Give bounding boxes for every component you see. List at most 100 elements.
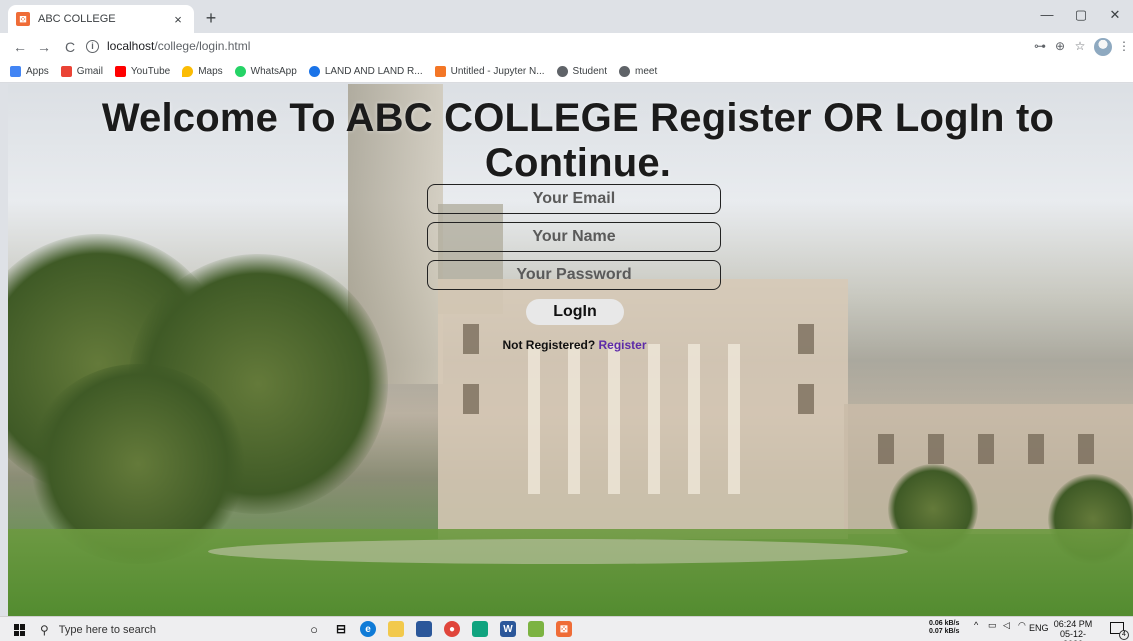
bookmark-maps[interactable]: Maps xyxy=(182,65,223,77)
zoom-icon[interactable]: ⊕ xyxy=(1052,39,1068,53)
store-icon[interactable] xyxy=(416,621,432,637)
edge-icon[interactable]: e xyxy=(360,621,376,637)
chrome-icon[interactable]: ● xyxy=(444,621,460,637)
bookmark-whatsapp[interactable]: WhatsApp xyxy=(234,65,297,77)
menu-icon[interactable]: ⋮ xyxy=(1116,39,1132,53)
register-prompt: Not Registered? Register xyxy=(8,338,1133,352)
language-indicator[interactable]: ENG xyxy=(1029,623,1049,633)
close-window-button[interactable]: ✕ xyxy=(1098,0,1132,29)
new-tab-button[interactable]: + xyxy=(200,7,222,29)
chevron-up-icon[interactable]: ^ xyxy=(974,620,978,630)
name-field[interactable] xyxy=(427,222,721,252)
bookmark-label: YouTube xyxy=(130,65,171,77)
bookmark-label: Untitled - Jupyter N... xyxy=(450,65,545,77)
cortana-icon[interactable]: ○ xyxy=(306,621,322,637)
reload-button[interactable]: C xyxy=(60,37,80,57)
search-icon: ⚲ xyxy=(40,622,49,637)
building-column xyxy=(528,344,540,494)
globe-icon xyxy=(556,65,568,77)
college-app-icon[interactable]: ⊠ xyxy=(556,621,572,637)
url-host: localhost xyxy=(107,39,155,53)
network-speed: 0.06 kB/s 0.07 kB/s xyxy=(929,620,959,636)
building-window xyxy=(878,434,894,464)
register-link[interactable]: Register xyxy=(599,338,647,352)
file-explorer-icon[interactable] xyxy=(388,621,404,637)
maximize-button[interactable]: ▢ xyxy=(1064,0,1098,29)
building-column xyxy=(728,344,740,494)
clock-time: 06:24 PM xyxy=(1053,619,1093,629)
whatsapp-icon[interactable] xyxy=(472,621,488,637)
browser-toolbar: ← → C i localhost/college/login.html ⊶ ⊕… xyxy=(0,33,1133,60)
login-page: Welcome To ABC COLLEGE Register OR LogIn… xyxy=(8,84,1133,616)
url-path: /college/login.html xyxy=(154,39,251,53)
taskbar-search[interactable]: ⚲ Type here to search xyxy=(40,620,290,639)
browser-tab[interactable]: ⊠ ABC COLLEGE × xyxy=(8,5,194,33)
land-icon xyxy=(308,65,320,77)
wifi-icon[interactable]: ◠ xyxy=(1018,620,1026,631)
search-placeholder: Type here to search xyxy=(58,623,157,636)
tab-close-icon[interactable]: × xyxy=(170,12,186,27)
building-window xyxy=(1078,434,1094,464)
profile-avatar[interactable] xyxy=(1094,38,1112,56)
minimize-button[interactable]: — xyxy=(1030,0,1064,29)
bookmark-label: WhatsApp xyxy=(250,65,297,77)
apps-icon xyxy=(10,65,21,77)
login-button[interactable]: LogIn xyxy=(526,299,624,325)
net-down: 0.07 kB/s xyxy=(929,628,960,635)
paint-icon[interactable] xyxy=(528,621,544,637)
key-icon[interactable]: ⊶ xyxy=(1032,39,1048,53)
building-column xyxy=(688,344,700,494)
building-window xyxy=(928,434,944,464)
tab-strip: ⊠ ABC COLLEGE × + — ▢ ✕ xyxy=(0,0,1133,33)
welcome-heading: Welcome To ABC COLLEGE Register OR LogIn… xyxy=(101,96,1055,185)
globe-icon xyxy=(619,65,631,77)
bookmark-label: Apps xyxy=(26,65,49,77)
campus-main-building-image xyxy=(438,279,848,539)
bookmark-land[interactable]: LAND AND LAND R... xyxy=(308,65,423,77)
windows-taskbar: ⚲ Type here to search ○ ⊟ e ● W ⊠ 0.06 k… xyxy=(0,616,1133,641)
speaker-icon[interactable]: ◁ xyxy=(1003,620,1010,631)
bookmark-jupyter[interactable]: Untitled - Jupyter N... xyxy=(434,65,545,77)
maps-icon xyxy=(182,65,194,77)
whatsapp-icon xyxy=(234,65,246,77)
building-window xyxy=(463,384,479,414)
forward-button[interactable]: → xyxy=(34,37,54,57)
address-bar[interactable]: i localhost/college/login.html xyxy=(86,35,1006,57)
start-button[interactable] xyxy=(14,624,26,636)
net-up: 0.06 kB/s xyxy=(929,620,960,627)
bookmark-gmail[interactable]: Gmail xyxy=(60,65,103,77)
task-view-icon[interactable]: ⊟ xyxy=(333,621,349,637)
email-field[interactable] xyxy=(427,184,721,214)
building-column xyxy=(608,344,620,494)
word-icon[interactable]: W xyxy=(500,621,516,637)
gmail-icon xyxy=(60,65,72,77)
clock[interactable]: 06:24 PM 05-12-2020 xyxy=(1050,619,1096,641)
bookmark-meet[interactable]: meet xyxy=(619,65,658,77)
bookmark-label: Student xyxy=(572,65,608,77)
url-text: localhost/college/login.html xyxy=(107,39,250,53)
jupyter-icon xyxy=(434,65,446,77)
site-info-icon[interactable]: i xyxy=(86,39,99,53)
building-window xyxy=(1028,434,1044,464)
youtube-icon xyxy=(114,65,126,77)
notification-count-badge: 4 xyxy=(1119,630,1129,640)
bookmark-youtube[interactable]: YouTube xyxy=(114,65,171,77)
bookmark-label: Gmail xyxy=(76,65,103,77)
bookmark-star-icon[interactable]: ☆ xyxy=(1072,39,1088,53)
bookmark-label: Maps xyxy=(198,65,223,77)
clock-date: 05-12-2020 xyxy=(1059,629,1086,641)
bookmark-student[interactable]: Student xyxy=(556,65,608,77)
building-window xyxy=(798,384,814,414)
building-column xyxy=(568,344,580,494)
password-field[interactable] xyxy=(427,260,721,290)
bookmark-apps[interactable]: Apps xyxy=(10,65,49,77)
road-image xyxy=(208,539,908,564)
building-column xyxy=(648,344,660,494)
college-favicon-icon: ⊠ xyxy=(16,12,30,26)
tab-title: ABC COLLEGE xyxy=(38,13,116,25)
bookmarks-bar: Apps Gmail YouTube Maps WhatsApp LAND AN… xyxy=(0,60,1133,83)
battery-icon[interactable]: ▭ xyxy=(988,620,997,631)
building-window xyxy=(978,434,994,464)
back-button[interactable]: ← xyxy=(10,37,30,57)
bookmark-label: meet xyxy=(635,65,658,77)
